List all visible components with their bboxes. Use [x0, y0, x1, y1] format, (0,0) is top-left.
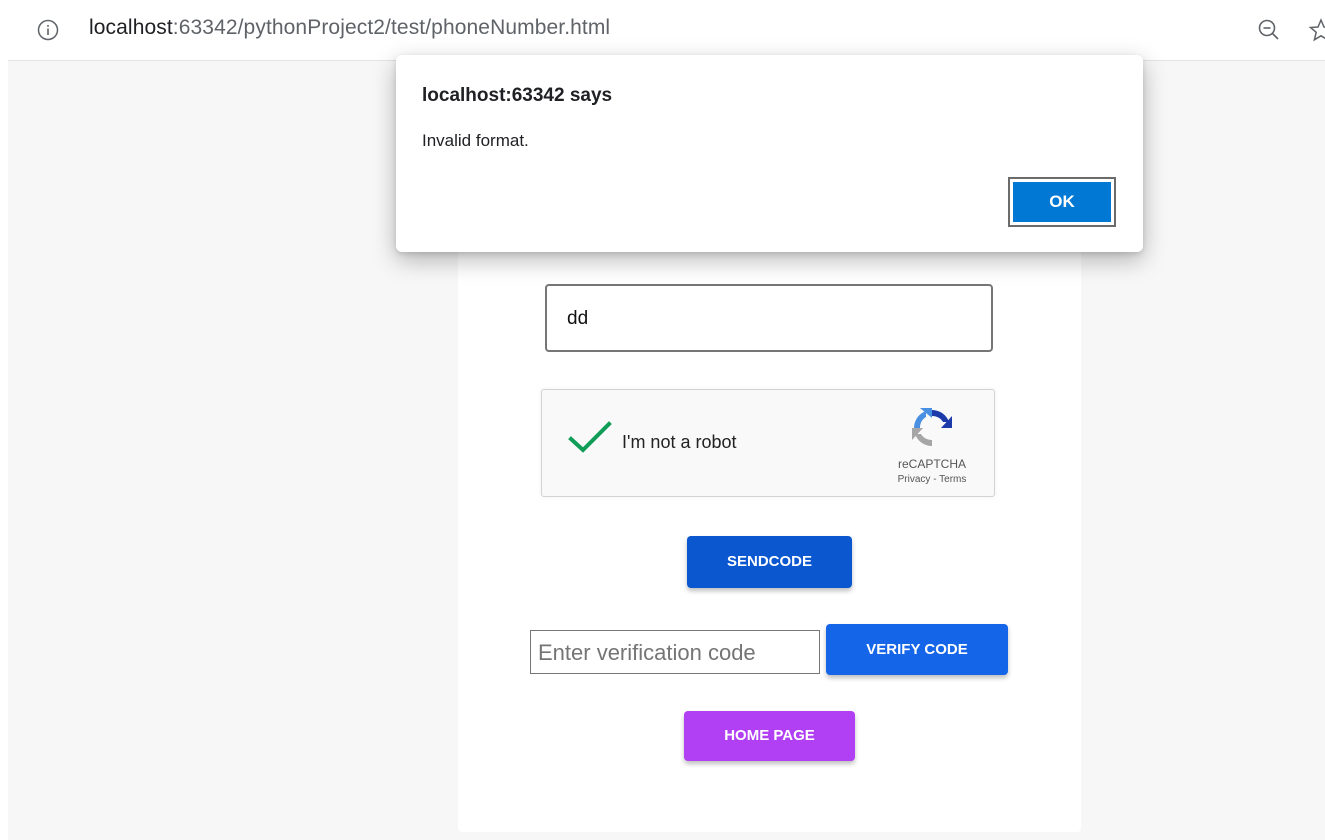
recaptcha-logo-icon — [908, 404, 956, 452]
ok-button[interactable]: OK — [1008, 177, 1116, 227]
address-bar: localhost:63342/pythonProject2/test/phon… — [0, 0, 1325, 60]
phone-number-input[interactable]: dd — [545, 284, 993, 352]
dialog-message: Invalid format. — [422, 131, 529, 151]
recaptcha-privacy-terms-link[interactable]: Privacy - Terms — [872, 474, 992, 485]
info-circle-icon[interactable] — [37, 19, 59, 41]
zoom-out-icon[interactable] — [1256, 17, 1282, 43]
recaptcha-brand: reCAPTCHA — [882, 457, 982, 471]
dialog-title: localhost:63342 says — [422, 85, 612, 107]
alert-dialog: localhost:63342 says Invalid format. OK — [396, 55, 1143, 252]
url-path: :63342/pythonProject2/test/phoneNumber.h… — [173, 16, 610, 39]
ok-button-label: OK — [1013, 182, 1111, 222]
verification-code-input[interactable]: Enter verification code — [530, 630, 820, 674]
recaptcha-widget: I'm not a robot reCAPTCHA Privacy - Term… — [541, 389, 995, 497]
star-icon[interactable] — [1308, 17, 1325, 43]
checkmark-icon[interactable] — [568, 420, 612, 456]
url-field[interactable]: localhost:63342/pythonProject2/test/phon… — [89, 16, 610, 40]
url-host: localhost — [89, 16, 173, 39]
recaptcha-label: I'm not a robot — [622, 432, 737, 453]
send-code-button[interactable]: SENDCODE — [687, 536, 852, 588]
verify-code-button[interactable]: VERIFY CODE — [826, 624, 1008, 675]
phone-number-value: dd — [567, 308, 588, 330]
verification-code-placeholder: Enter verification code — [538, 640, 756, 666]
home-page-button[interactable]: HOME PAGE — [684, 711, 855, 761]
